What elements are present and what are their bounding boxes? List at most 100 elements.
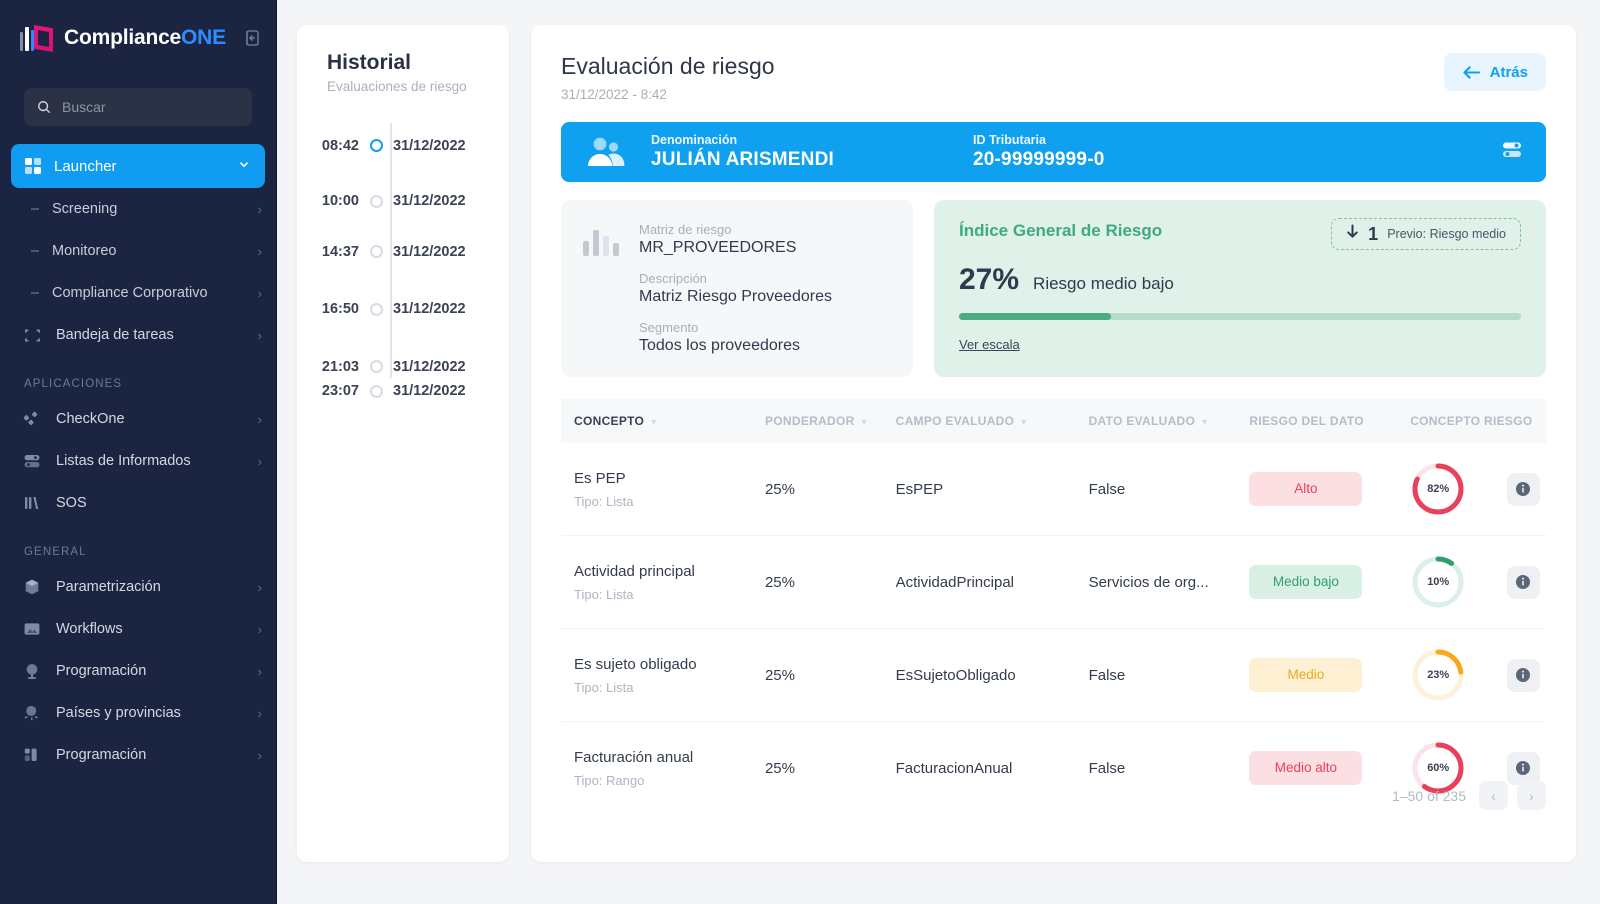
toggles-icon xyxy=(22,451,42,471)
info-button[interactable] xyxy=(1506,565,1540,599)
entry-date: 31/12/2022 xyxy=(393,383,466,399)
column-header-ponderador[interactable]: PONDERADOR ▼ xyxy=(752,399,883,443)
history-entry[interactable]: 10:00 31/12/2022 xyxy=(297,175,509,227)
timeline-dot[interactable] xyxy=(369,360,383,373)
previous-risk-delta: 1 xyxy=(1368,223,1379,244)
pagination-next-button[interactable]: › xyxy=(1517,781,1546,810)
timeline-dot[interactable] xyxy=(369,384,383,398)
cell-campo-evaluado: EsSujetoObligado xyxy=(882,628,1076,722)
table-row[interactable]: Es sujeto obligado Tipo: Lista 25% EsSujeto… xyxy=(561,628,1546,722)
cell-info xyxy=(1493,443,1546,536)
sidebar-item-monitoreo[interactable]: – Monitoreo › xyxy=(0,230,276,272)
cell-ponderador: 25% xyxy=(751,628,883,722)
previous-risk-label: Previo: Riesgo medio xyxy=(1387,227,1506,241)
timeline-dot-selected[interactable] xyxy=(369,139,383,152)
column-header-concepto-riesgo: CONCEPTO RIESGO xyxy=(1410,414,1533,428)
sidebar-item-bandeja-de-tareas[interactable]: Bandeja de tareas › xyxy=(0,314,276,356)
timeline-dot[interactable] xyxy=(369,302,383,316)
dash-icon: – xyxy=(31,243,40,259)
brand-name-secondary: ONE xyxy=(181,26,226,49)
column-header-campo-evaluado[interactable]: CAMPO EVALUADO ▼ xyxy=(883,399,1076,443)
cell-concepto: Es PEP Tipo: Lista xyxy=(561,443,752,536)
sidebar-item-paises-y-provincias[interactable]: Países y provincias › xyxy=(0,692,276,734)
history-timeline: 08:42 31/12/2022 10:00 31/12/2022 14:37 … xyxy=(297,116,509,399)
sidebar-item-programacion-globe[interactable]: Programación › xyxy=(0,650,276,692)
users-icon xyxy=(583,135,629,169)
concepto-type: Tipo: Lista xyxy=(574,586,634,602)
timeline-dot[interactable] xyxy=(369,245,383,258)
general-risk-index-card: Índice General de Riesgo 1 Previo: Riesg… xyxy=(934,200,1546,377)
entry-time: 21:03 xyxy=(321,358,359,375)
sidebar-item-checkone[interactable]: CheckOne › xyxy=(0,398,276,440)
chevron-right-icon: › xyxy=(257,705,262,721)
risk-donut-label: 10% xyxy=(1427,576,1450,588)
sidebar-item-label: Programación xyxy=(56,663,147,679)
entry-date: 31/12/2022 xyxy=(393,137,466,154)
view-scale-link[interactable]: Ver escala xyxy=(959,337,1020,352)
arrow-left-icon xyxy=(1462,65,1480,79)
sidebar-item-screening[interactable]: – Screening › xyxy=(0,188,276,230)
concepto-name: Es PEP xyxy=(574,469,626,487)
back-button[interactable]: Atrás xyxy=(1443,53,1546,91)
search-container[interactable] xyxy=(24,88,252,126)
page-timestamp: 31/12/2022 - 8:42 xyxy=(561,87,667,102)
concepto-type: Tipo: Rango xyxy=(574,772,645,788)
info-icon xyxy=(1516,668,1531,682)
field-value: Matriz Riesgo Proveedores xyxy=(639,288,832,305)
cell-concepto-riesgo: 82% xyxy=(1397,443,1494,536)
concepto-type: Tipo: Lista xyxy=(574,493,634,509)
sidebar-item-workflows[interactable]: Workflows › xyxy=(0,608,276,650)
history-entry[interactable]: 14:37 31/12/2022 xyxy=(297,227,509,276)
cell-campo-evaluado: ActividadPrincipal xyxy=(882,535,1076,629)
info-button[interactable] xyxy=(1506,751,1540,785)
column-header-concepto[interactable]: CONCEPTO ▼ xyxy=(561,399,752,443)
history-entry[interactable]: 08:42 31/12/2022 xyxy=(297,116,509,175)
history-entry[interactable]: 16:50 31/12/2022 xyxy=(297,276,509,342)
search-input[interactable] xyxy=(62,99,239,115)
list-settings-icon[interactable] xyxy=(1500,140,1524,165)
risk-donut: 23% xyxy=(1410,647,1466,703)
table-header-row: CONCEPTO ▼ PONDERADOR ▼ CAMPO EVALUADO ▼ DA… xyxy=(561,399,1546,443)
entry-date: 31/12/2022 xyxy=(393,301,466,317)
cell-riesgo-del-dato: Medio xyxy=(1236,628,1398,722)
banner-field-id-tributaria: ID Tributaria 20-99999999-0 xyxy=(973,133,1105,171)
search-icon xyxy=(38,101,51,114)
matrix-field-name: Matriz de riesgo MR_PROVEEDORES xyxy=(639,222,832,257)
sort-icon: ▼ xyxy=(1200,417,1210,427)
banner-field-denominacion: Denominación JULIÁN ARISMENDI xyxy=(651,133,951,171)
sidebar-item-sos[interactable]: SOS xyxy=(0,482,276,524)
risk-donut-label: 82% xyxy=(1427,483,1450,495)
bar-chart-icon xyxy=(583,226,619,256)
image-icon xyxy=(22,619,42,639)
matrix-field-segment: Segmento Todos los proveedores xyxy=(639,320,832,355)
sidebar-item-label: CheckOne xyxy=(56,411,125,427)
column-header-dato-evaluado[interactable]: DATO EVALUADO ▼ xyxy=(1076,399,1237,443)
sidebar-item-parametrizacion[interactable]: Parametrización › xyxy=(0,566,276,608)
info-icon xyxy=(1516,575,1531,589)
info-button[interactable] xyxy=(1506,472,1540,506)
app-root: ComplianceONE Launcher – xyxy=(0,0,1600,904)
entry-time: 14:37 xyxy=(321,243,359,260)
sidebar-item-listas-de-informados[interactable]: Listas de Informados › xyxy=(0,440,276,482)
field-value: MR_PROVEEDORES xyxy=(639,239,797,256)
sidebar-item-programacion-layout[interactable]: Programación › xyxy=(0,734,276,776)
back-button-label: Atrás xyxy=(1489,63,1528,81)
sidebar-item-compliance-corporativo[interactable]: – Compliance Corporativo › xyxy=(0,272,276,314)
collapse-panel-icon[interactable] xyxy=(242,27,262,49)
sidebar-item-label: Screening xyxy=(52,201,118,217)
history-subtitle: Evaluaciones de riesgo xyxy=(327,79,467,94)
cell-concepto-riesgo: 23% xyxy=(1397,628,1494,722)
cube-icon xyxy=(22,577,42,597)
timeline-dot[interactable] xyxy=(369,194,383,208)
cell-riesgo-del-dato: Medio bajo xyxy=(1236,535,1398,629)
previous-risk-chip: 1 Previo: Riesgo medio xyxy=(1331,218,1521,250)
sidebar-item-label: Listas de Informados xyxy=(56,453,191,469)
sidebar-item-launcher[interactable]: Launcher xyxy=(11,144,265,188)
table-row[interactable]: Es PEP Tipo: Lista 25% EsPEP False Alto 82% xyxy=(561,443,1546,536)
chevron-right-icon: › xyxy=(257,747,262,763)
info-button[interactable] xyxy=(1506,658,1540,692)
risk-badge: Medio xyxy=(1249,658,1363,692)
matrix-field-description: Descripción Matriz Riesgo Proveedores xyxy=(639,271,832,306)
table-row[interactable]: Actividad principal Tipo: Lista 25% Activid… xyxy=(561,535,1546,629)
pagination-prev-button[interactable]: ‹ xyxy=(1479,781,1508,810)
